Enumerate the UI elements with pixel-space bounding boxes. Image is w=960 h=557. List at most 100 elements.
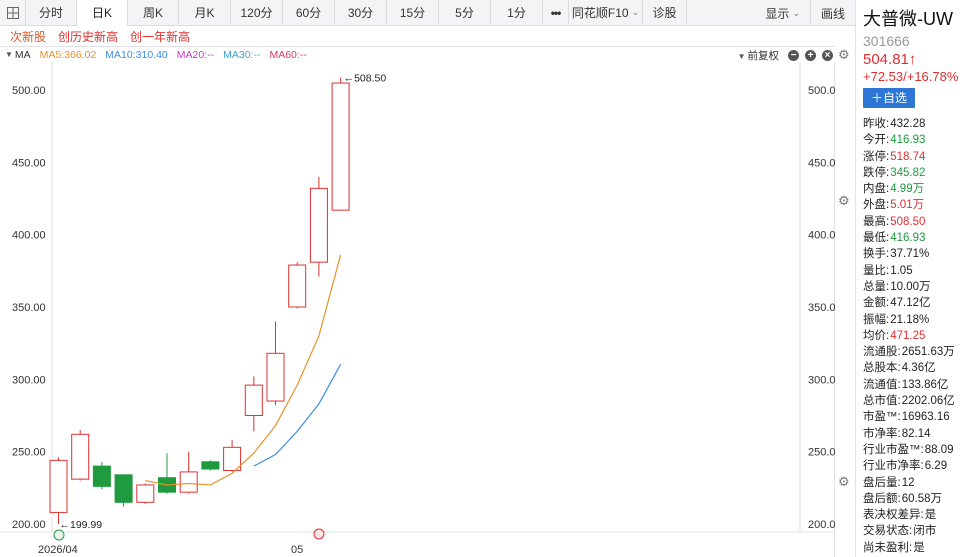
- grid-layout-button[interactable]: [0, 0, 26, 26]
- stat-value: 88.09: [924, 443, 954, 456]
- stat-value: 21.18%: [890, 313, 930, 326]
- stock-change: +72.53/+16.78%: [863, 69, 959, 84]
- stat-row: 表决权差异:是: [863, 507, 960, 523]
- stat-row: 总市值:2202.06亿: [863, 393, 960, 409]
- stat-row: 交易状态:闭市: [863, 523, 960, 539]
- stat-value: 6.29: [924, 460, 948, 473]
- y-tick-label-left: 400.00: [12, 230, 46, 242]
- close-icon[interactable]: ×: [822, 49, 833, 61]
- zoom-in-icon[interactable]: +: [805, 49, 816, 61]
- tab-30min[interactable]: 30分: [335, 0, 387, 26]
- stat-label: 外盘:: [863, 199, 890, 212]
- stat-value: 471.25: [890, 329, 926, 342]
- ma5-line: [145, 254, 342, 486]
- more-periods-button[interactable]: •••: [543, 0, 569, 26]
- y-tick-label-left: 450.00: [12, 157, 46, 169]
- stat-value: 2202.06亿: [901, 395, 955, 408]
- candlestick-chart[interactable]: 500.00 500.00 450.00 450.00 400.00 400.00 350.…: [0, 62, 842, 557]
- max-price-label: ←508.50: [344, 73, 387, 85]
- stat-label: 跌停:: [863, 166, 890, 179]
- settings-gear-icon[interactable]: ⚙: [838, 47, 850, 63]
- tab-1min[interactable]: 1分: [491, 0, 543, 26]
- tag-new-stock[interactable]: 次新股: [10, 28, 46, 45]
- stat-row: 昨收:432.28: [863, 116, 960, 132]
- event-marker-icon: [53, 529, 65, 541]
- stat-value: 4.36亿: [901, 362, 936, 375]
- tag-all-time-high[interactable]: 创历史新高: [58, 28, 118, 45]
- stat-row: 市净率:82.14: [863, 426, 960, 442]
- tab-60min[interactable]: 60分: [283, 0, 335, 26]
- stat-row: 盘后量:12: [863, 475, 960, 491]
- stat-value: 2651.63万: [901, 346, 955, 359]
- stat-value: 闭市: [913, 525, 937, 538]
- stat-value: 60.58万: [901, 492, 942, 505]
- stat-row: 行业市净率:6.29: [863, 458, 960, 474]
- stat-label: 涨停:: [863, 150, 890, 163]
- stats-list: 昨收:432.28 今开:416.93 涨停:518.74 跌停:345.82 内盘:4…: [863, 116, 960, 557]
- y-tick-label-right: 250.00: [808, 447, 835, 459]
- stat-value: 518.74: [890, 150, 926, 163]
- collapse-triangle-icon[interactable]: ▼: [5, 50, 13, 59]
- stat-row: 尚未盈利:是: [863, 540, 960, 556]
- tab-monthly-k[interactable]: 月K: [179, 0, 231, 26]
- stat-row: 最高:508.50: [863, 214, 960, 230]
- stat-row: 换手:37.71%: [863, 246, 960, 262]
- stat-row: 行业市盈™:88.09: [863, 442, 960, 458]
- stat-value: 432.28: [890, 118, 926, 130]
- stock-price: 504.81↑: [863, 51, 917, 68]
- stat-row: 最低:416.93: [863, 230, 960, 246]
- tab-120min[interactable]: 120分: [231, 0, 283, 26]
- chart-gear-icon[interactable]: ⚙: [838, 193, 850, 209]
- stat-value: 133.86亿: [901, 378, 949, 391]
- y-tick-label-left: 300.00: [12, 374, 46, 386]
- stat-label: 最高:: [863, 215, 890, 228]
- candle-body: [114, 474, 133, 503]
- stat-label: 总量:: [863, 280, 890, 293]
- stat-value: 47.12亿: [890, 297, 931, 310]
- candle-body: [288, 264, 307, 308]
- ma20-value: MA20:--: [176, 48, 215, 61]
- triangle-down-icon: ▼: [737, 51, 746, 61]
- stat-row: 市盈™:16963.16: [863, 409, 960, 425]
- tab-weekly-k[interactable]: 周K: [128, 0, 179, 26]
- stat-value: 12: [901, 476, 915, 489]
- candle-body: [201, 461, 220, 470]
- y-tick-label-right: 500.00: [808, 85, 835, 97]
- stat-value: 16963.16: [901, 411, 950, 424]
- candle-body: [244, 384, 263, 416]
- tab-5min[interactable]: 5分: [439, 0, 491, 26]
- ma10-value: MA10:310.40: [105, 48, 168, 61]
- stat-value: 1.05: [890, 264, 913, 277]
- candle-body: [92, 465, 111, 487]
- candle-body: [266, 352, 285, 402]
- add-watchlist-button[interactable]: ＋自选: [863, 88, 916, 108]
- stat-row: 外盘:5.01万: [863, 197, 960, 213]
- grid-icon: [6, 6, 19, 19]
- display-dropdown[interactable]: 显示 ⌄: [755, 0, 810, 26]
- stat-label: 总市值:: [863, 395, 901, 408]
- tab-daily-k[interactable]: 日K: [77, 0, 128, 26]
- stat-value: 82.14: [901, 427, 931, 440]
- stat-row: 跌停:345.82: [863, 165, 960, 181]
- draw-line-button[interactable]: 画线: [809, 0, 855, 26]
- stat-value: 10.00万: [890, 280, 931, 293]
- stat-label: 尚未盈利:: [863, 541, 913, 554]
- stat-label: 行业市净率:: [863, 460, 924, 473]
- stat-label: 行业市盈™:: [863, 443, 924, 456]
- f10-dropdown[interactable]: 同花顺F10 ⌄: [569, 0, 643, 26]
- indicator-gear-icon[interactable]: ⚙: [838, 474, 850, 490]
- adjust-dropdown[interactable]: ▼ 前复权: [738, 48, 779, 63]
- stat-label: 交易状态:: [863, 525, 913, 538]
- stat-label: 流通值:: [863, 378, 901, 391]
- stock-diagnosis-button[interactable]: 诊股: [643, 0, 687, 26]
- candle-body: [309, 187, 328, 263]
- stat-value: 416.93: [890, 134, 926, 147]
- ma-label[interactable]: MA: [15, 49, 31, 61]
- zoom-out-icon[interactable]: −: [788, 49, 799, 61]
- tab-intraday[interactable]: 分时: [26, 0, 77, 26]
- tab-15min[interactable]: 15分: [387, 0, 439, 26]
- stat-label: 流通股:: [863, 346, 901, 359]
- tag-year-high[interactable]: 创一年新高: [130, 28, 190, 45]
- stat-label: 量比:: [863, 264, 890, 277]
- stat-value: 508.50: [890, 215, 926, 228]
